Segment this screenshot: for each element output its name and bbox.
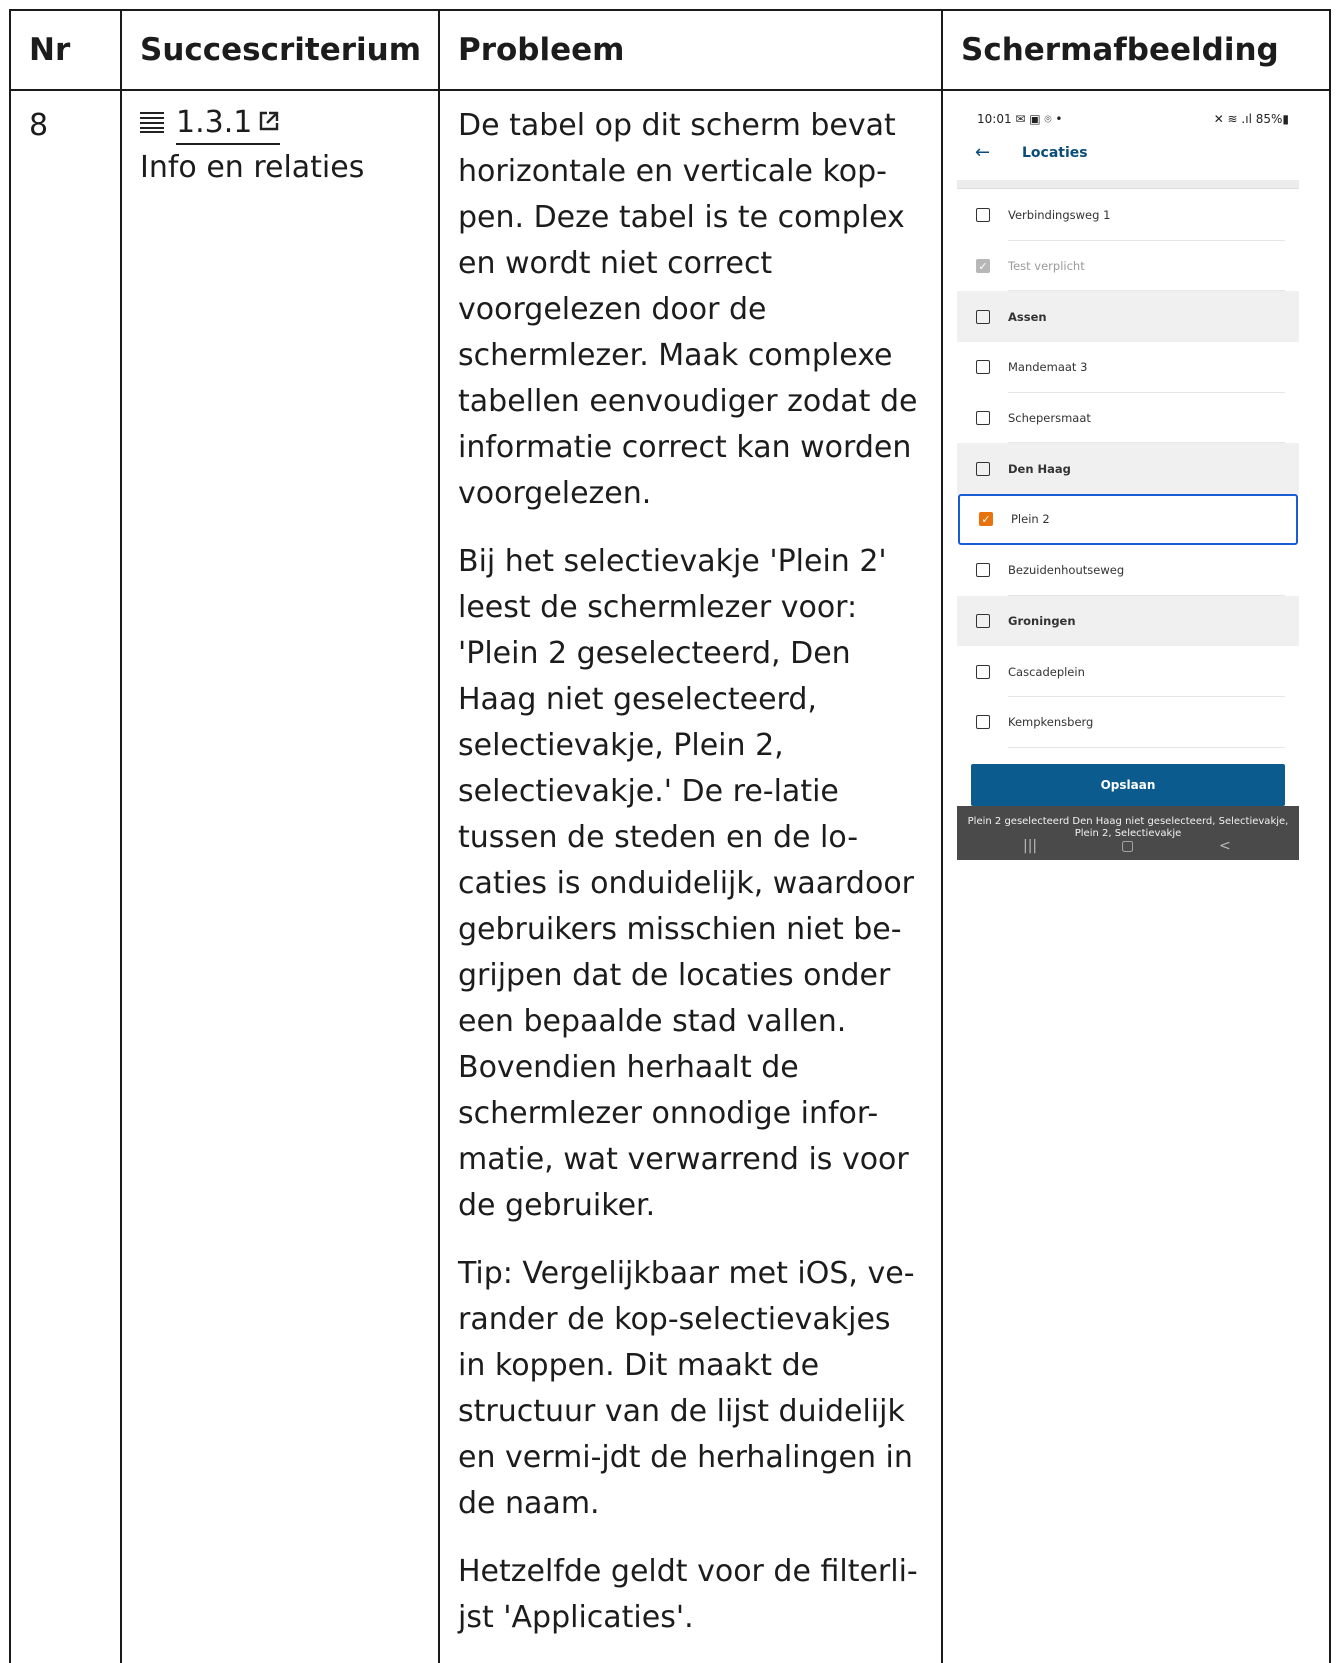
checkbox[interactable]: [976, 360, 990, 375]
list-item[interactable]: Verbindingsweg 1: [957, 190, 1299, 241]
divider: [957, 180, 1299, 189]
header-nr: Nr: [9, 9, 122, 91]
header-succescriterium: Succescriterium: [120, 9, 440, 91]
status-bar: 10:01 ✉ ▣ ⌾ • ✕ ≋ .ıl 85%▮: [977, 112, 1289, 130]
list-item-label: Plein 2: [1011, 512, 1050, 527]
criterion-name: Info en relaties: [140, 150, 365, 185]
list-item-label: Verbindingsweg 1: [1008, 208, 1111, 223]
checkmark-icon: ✓: [978, 259, 988, 273]
arrow-left-icon[interactable]: ←: [975, 142, 990, 163]
list-item-label: Groningen: [1008, 613, 1076, 628]
external-link-icon: [258, 103, 280, 143]
checkbox[interactable]: [976, 563, 990, 578]
list-item[interactable]: Schepersmaat: [957, 393, 1299, 444]
status-indicators: ✕ ≋ .ıl 85%▮: [1213, 112, 1289, 126]
problem-paragraph-4: Hetzelfde geldt voor de filterli-jst 'Ap…: [458, 1554, 918, 1635]
page-title: Locaties: [1022, 145, 1088, 161]
list-item[interactable]: Den Haag: [957, 443, 1299, 495]
home-icon[interactable]: ▢: [1121, 838, 1134, 854]
list-icon: [140, 110, 164, 138]
checkbox[interactable]: [976, 411, 990, 426]
list-item-label: Schepersmaat: [1008, 411, 1091, 426]
row-separator: [1008, 746, 1285, 748]
status-time: 10:01 ✉ ▣ ⌾ •: [977, 112, 1063, 126]
list-item[interactable]: ✓ Plein 2: [958, 494, 1298, 545]
list-item[interactable]: Assen: [957, 291, 1299, 343]
checkbox[interactable]: [976, 461, 990, 476]
location-list: Verbindingsweg 1 ✓ Test verplicht Assen Mand…: [957, 190, 1299, 748]
list-item-label: Assen: [1008, 309, 1047, 324]
criterion-cell: 1.3.1 Info en relaties: [120, 89, 440, 1663]
list-item-label: Den Haag: [1008, 461, 1071, 476]
checkbox[interactable]: ✓: [979, 512, 993, 527]
checkbox[interactable]: ✓: [976, 259, 990, 274]
recent-apps-icon[interactable]: |||: [1023, 838, 1037, 854]
list-item[interactable]: Mandemaat 3: [957, 342, 1299, 393]
system-navbar: ||| ▢ <: [957, 834, 1299, 860]
list-item-label: Bezuidenhoutseweg: [1008, 563, 1125, 578]
checkbox[interactable]: [976, 309, 990, 324]
list-item-label: Mandemaat 3: [1008, 360, 1088, 375]
list-item[interactable]: ✓ Test verplicht: [957, 241, 1299, 292]
checkmark-icon: ✓: [981, 512, 991, 526]
phone-screenshot: 10:01 ✉ ▣ ⌾ • ✕ ≋ .ıl 85%▮ ← Locaties Ve…: [957, 108, 1299, 860]
checkbox[interactable]: [976, 208, 990, 223]
checkbox[interactable]: [976, 613, 990, 628]
list-item[interactable]: Kempkensberg: [957, 697, 1299, 748]
list-item[interactable]: Groningen: [957, 595, 1299, 647]
list-item-label: Test verplicht: [1008, 259, 1085, 274]
problem-paragraph-1: De tabel op dit scherm bevat horizontale…: [458, 108, 918, 511]
criterion-number: 1.3.1: [176, 105, 253, 140]
header-row: Nr Succescriterium Probleem Schermafbeel…: [9, 9, 1331, 91]
checkbox[interactable]: [976, 715, 990, 730]
list-item-label: Cascadeplein: [1008, 664, 1085, 679]
header-schermafbeelding: Schermafbeelding: [941, 9, 1331, 91]
row-number: 8: [9, 89, 122, 1663]
save-button[interactable]: Opslaan: [971, 764, 1285, 806]
list-item[interactable]: Cascadeplein: [957, 646, 1299, 697]
checkbox[interactable]: [976, 664, 990, 679]
app-bar: ← Locaties: [957, 136, 1299, 176]
list-item[interactable]: Bezuidenhoutseweg: [957, 545, 1299, 596]
criterion-link[interactable]: 1.3.1: [176, 103, 281, 145]
back-nav-icon[interactable]: <: [1219, 838, 1231, 854]
problem-paragraph-2: Bij het selectievakje 'Plein 2' leest de…: [458, 544, 915, 1223]
list-item-label: Kempkensberg: [1008, 715, 1094, 730]
problem-paragraph-3: Tip: Vergelijkbaar met iOS, ve-rander de…: [458, 1256, 915, 1521]
problem-cell: De tabel op dit scherm bevat horizontale…: [438, 89, 943, 1663]
header-probleem: Probleem: [438, 9, 943, 91]
